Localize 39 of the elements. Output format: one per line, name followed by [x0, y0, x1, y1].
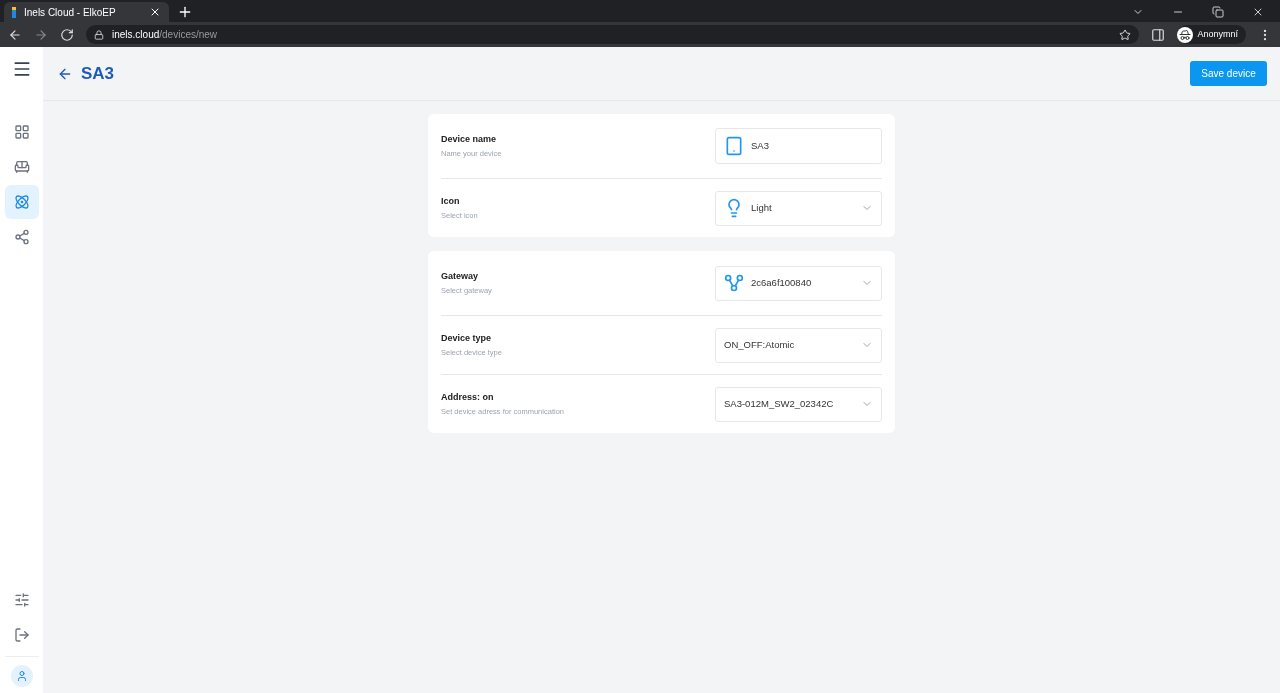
field-label: Gateway: [441, 270, 480, 284]
favicon-icon: [12, 6, 16, 18]
atom-icon: [13, 194, 30, 210]
page-title: SA3: [81, 62, 115, 85]
restore-icon[interactable]: [1212, 6, 1224, 18]
logout-icon: [13, 627, 30, 643]
side-panel-icon[interactable]: [1151, 27, 1166, 42]
input-field[interactable]: SA3: [715, 128, 882, 164]
profile-chip[interactable]: Anonymní: [1177, 25, 1246, 44]
reload-icon[interactable]: [60, 27, 74, 42]
tab-title: Inels Cloud - ElkoEP: [24, 5, 117, 20]
grid-icon: [13, 124, 30, 140]
close-icon[interactable]: [1252, 6, 1264, 18]
incognito-icon: [1179, 28, 1192, 41]
select-field[interactable]: 2c6a6f100840: [715, 265, 882, 301]
forward-icon[interactable]: [34, 27, 48, 42]
field-label: Device type: [441, 332, 493, 346]
bookmark-icon[interactable]: [1119, 28, 1132, 41]
field-label: Device name: [441, 133, 498, 147]
device-icon: [724, 136, 744, 156]
field-label: Icon: [441, 195, 461, 209]
field-label: Address: on: [441, 391, 495, 405]
sidebar-item[interactable]: [4, 185, 39, 219]
back-icon[interactable]: [8, 27, 22, 42]
user-icon: [15, 670, 28, 682]
sliders-icon: [13, 592, 30, 608]
browser-tab[interactable]: Inels Cloud - ElkoEP: [4, 2, 169, 22]
address-bar[interactable]: inels.cloud/devices/new: [86, 25, 1140, 44]
share-icon: [13, 229, 30, 245]
select-field[interactable]: ON_OFF:Atomic: [715, 327, 882, 363]
sofa-icon: [13, 159, 30, 175]
new-tab-icon[interactable]: [177, 4, 193, 20]
close-icon[interactable]: [149, 6, 161, 18]
select-field[interactable]: SA3-012M_SW2_02342C: [715, 386, 882, 422]
url-text: inels.cloud/devices/new: [112, 28, 218, 42]
select-field[interactable]: Light: [715, 190, 882, 226]
lock-icon: [94, 29, 104, 40]
share-icon: [724, 273, 744, 293]
user-avatar[interactable]: [10, 665, 33, 687]
